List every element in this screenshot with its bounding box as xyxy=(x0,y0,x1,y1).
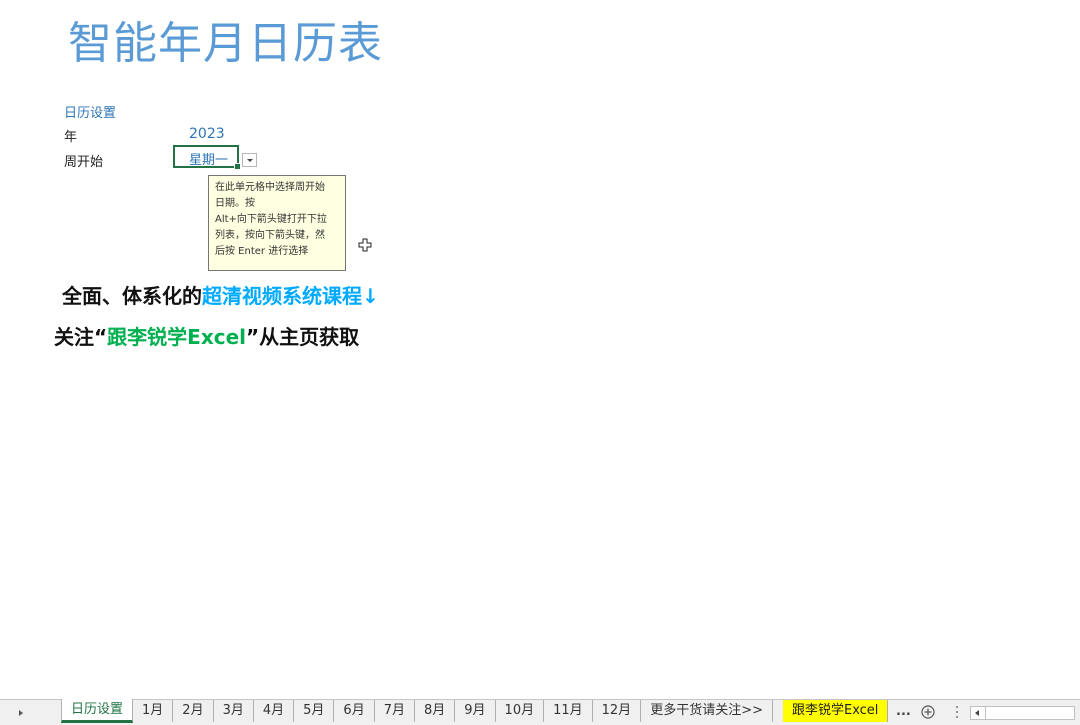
sheet-tab[interactable]: 3月 xyxy=(214,700,254,722)
sheet-tab[interactable]: 跟李锐学Excel xyxy=(782,700,889,722)
tooltip-line: Alt+向下箭头键打开下拉 xyxy=(215,214,327,225)
scroll-left-icon[interactable] xyxy=(971,707,986,719)
promo-line-2-suffix: ”从主页获取 xyxy=(246,325,360,349)
sheet-tab[interactable]: 11月 xyxy=(544,700,593,722)
sheet-tab-bar: 日历设置 1月 2月 3月 4月 5月 6月 7月 8月 9月 10月 11月 12月 更多干货请关注>>… xyxy=(0,699,1080,725)
sheet-tab[interactable]: 更多干货请关注>> xyxy=(641,700,773,722)
week-start-cell[interactable]: 星期一 xyxy=(173,145,241,170)
sheet-tab[interactable]: 1月 xyxy=(133,700,174,722)
page-title: 智能年月日历表 xyxy=(68,18,383,69)
sheet-tab[interactable]: 7月 xyxy=(375,700,415,722)
input-message-tooltip: 在此单元格中选择周开始 日期。按 Alt+向下箭头键打开下拉 列表，按向下箭头键… xyxy=(208,175,346,271)
sheet-tab[interactable]: 4月 xyxy=(254,700,295,722)
sheet-tabs: 日历设置 1月 2月 3月 4月 5月 6月 7月 8月 9月 10月 11月 12月 更多干货请关注>>… xyxy=(61,699,889,725)
tooltip-line: 日期。按 xyxy=(215,198,255,209)
year-label: 年 xyxy=(64,130,78,145)
sheet-tab[interactable]: 2月 xyxy=(173,700,214,722)
promo-line-2-prefix: 关注“ xyxy=(54,325,108,349)
more-tabs-button[interactable]: ... xyxy=(896,704,911,719)
sheet-tab[interactable]: 6月 xyxy=(334,700,375,722)
horizontal-scrollbar[interactable] xyxy=(970,706,1075,720)
year-value-cell[interactable]: 2023 xyxy=(189,126,225,142)
sheet-tab[interactable]: 8月 xyxy=(415,700,456,722)
week-start-dropdown-button[interactable] xyxy=(242,153,257,167)
tooltip-line: 列表，按向下箭头键，然 xyxy=(215,230,325,241)
tooltip-line: 后按 Enter 进行选择 xyxy=(215,246,309,257)
cell-cursor-icon xyxy=(358,238,372,252)
promo-line-2-highlight: 跟李锐学Excel xyxy=(107,325,246,349)
sheet-tab[interactable]: 12月 xyxy=(593,700,642,722)
sheet-nav-right-icon[interactable] xyxy=(16,707,26,719)
promo-line-2: 关注“跟李锐学Excel”从主页获取 xyxy=(54,322,359,352)
fill-handle[interactable] xyxy=(234,163,241,170)
week-start-label: 周开始 xyxy=(64,155,104,170)
sheet-tab[interactable]: 日历设置 xyxy=(61,699,134,723)
sheet-tab[interactable]: 5月 xyxy=(294,700,335,722)
promo-line-1: 全面、体系化的超清视频系统课程↓ xyxy=(62,281,379,311)
sheet-tab[interactable]: 9月 xyxy=(455,700,496,722)
sheet-tab[interactable]: 10月 xyxy=(496,700,545,722)
worksheet-area[interactable]: 智能年月日历表 日历设置 年 2023 周开始 星期一 在此单元格中选择周开始 … xyxy=(0,0,1080,699)
add-sheet-icon[interactable] xyxy=(921,705,935,719)
week-start-value: 星期一 xyxy=(189,153,229,168)
split-handle-icon[interactable] xyxy=(955,704,959,720)
tooltip-line: 在此单元格中选择周开始 xyxy=(215,182,325,193)
promo-line-1-prefix: 全面、体系化的 xyxy=(62,284,202,308)
settings-section-label: 日历设置 xyxy=(64,106,117,121)
promo-line-1-highlight: 超清视频系统课程↓ xyxy=(202,284,379,308)
